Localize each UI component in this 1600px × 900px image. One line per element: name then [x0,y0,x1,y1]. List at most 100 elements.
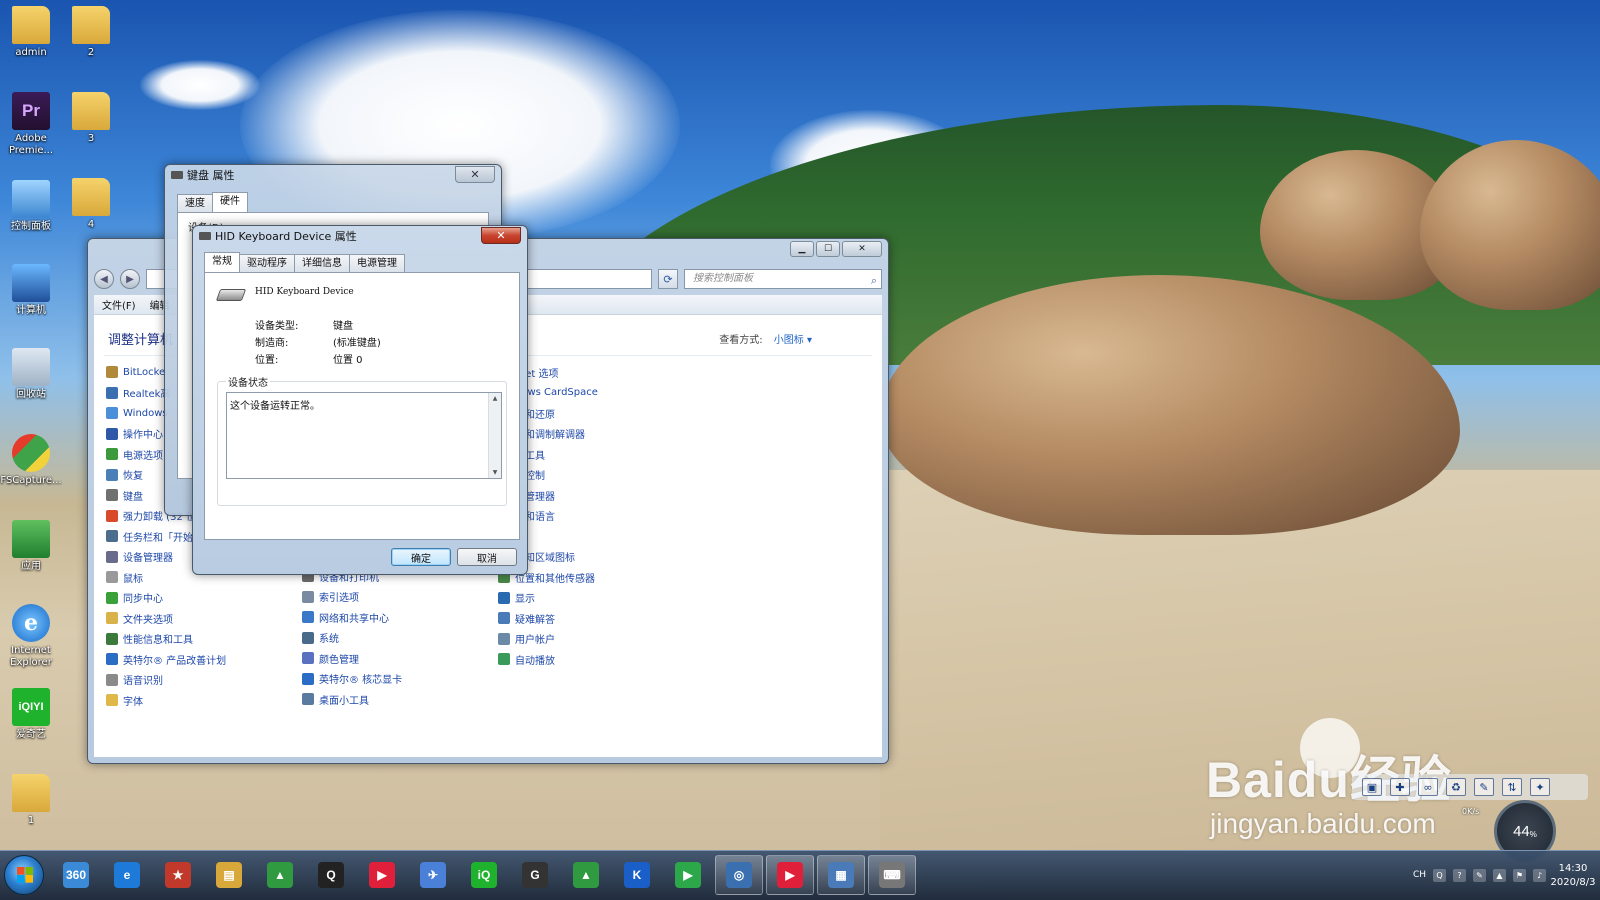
taskbar-item[interactable]: ★ [154,855,202,895]
ie-icon: e [12,604,50,642]
taskbar-item[interactable]: ▶ [664,855,712,895]
taskbar-item[interactable]: K [613,855,661,895]
volume-icon[interactable]: ♪ [1533,868,1546,882]
link-icon[interactable]: ∞ [1418,778,1438,796]
cp-item[interactable]: 网络和共享中心 [302,610,402,625]
cp-item-label: Windows [123,407,168,419]
taskbar-item[interactable]: ▦ [817,855,865,895]
cp-item[interactable]: 疑难解答 [498,611,598,626]
dialog-title: 键盘 属性 [165,165,501,189]
cp-item[interactable]: 桌面小工具 [302,692,402,707]
taskbar-item[interactable]: ▶ [358,855,406,895]
taskbar-item[interactable]: ◎ [715,855,763,895]
cp-item[interactable]: 同步中心 [106,591,226,605]
taskbar-item[interactable]: ▶ [766,855,814,895]
cp-item[interactable]: 自动播放 [498,652,598,667]
taskbar-item[interactable]: Q [307,855,355,895]
close-button[interactable]: ✕ [842,241,882,257]
cp-item[interactable]: 用户帐户 [498,632,598,646]
back-button[interactable]: ◀ [94,269,114,289]
desktop-icon-1[interactable]: 1 [0,774,64,827]
cp-item[interactable]: 索引选项 [302,590,402,604]
wrench-icon[interactable]: ✦ [1530,778,1550,796]
desktop-icon-computer[interactable]: 计算机 [0,264,64,317]
desktop-icon-admin[interactable]: admin [0,6,64,59]
tab-details[interactable]: 详细信息 [294,254,350,272]
transfer-icon[interactable]: ⇅ [1502,778,1522,796]
qq-tray-icon[interactable]: Q [1433,868,1446,882]
desktop-icon-4[interactable]: 4 [58,178,124,231]
menu-file[interactable]: 文件(F) [102,297,136,312]
device-status-textbox[interactable]: 这个设备运转正常。 ▲ ▼ [226,392,502,479]
cp-item-label: BitLocke [123,366,166,378]
ok-button[interactable]: 确定 [391,548,451,566]
scroll-up-icon[interactable]: ▲ [493,395,498,402]
desktop-icon-iqiyi[interactable]: iQIYI 爱奇艺 [0,688,64,741]
cp-item[interactable]: 文件夹选项 [106,611,226,626]
desktop-icon-recycle-bin[interactable]: 回收站 [0,348,64,401]
taskbar-item[interactable]: ▲ [562,855,610,895]
search-icon[interactable]: ⌕ [871,272,877,290]
intel-icon [106,653,118,666]
desktop-icon-fscapture[interactable]: FSCapture... [0,434,64,487]
manufacturer-value: (标准键盘) [333,338,381,349]
forward-button[interactable]: ▶ [120,269,140,289]
cp-item[interactable]: 英特尔® 产品改善计划 [106,652,226,667]
recycle-icon[interactable]: ♻ [1446,778,1466,796]
folder-icon [72,178,110,216]
taskbar-item[interactable]: iQ [460,855,508,895]
cp-item[interactable]: 颜色管理 [302,651,402,666]
tab-general[interactable]: 常规 [204,252,240,272]
tab-hardware[interactable]: 硬件 [212,192,248,212]
cp-item[interactable]: 显示 [498,591,598,605]
taskbar-item[interactable]: G [511,855,559,895]
taskbar-item[interactable]: ⌨ [868,855,916,895]
scrollbar[interactable]: ▲ ▼ [488,393,501,478]
display-icon [498,591,510,604]
taskbar-item[interactable]: ▤ [205,855,253,895]
taskbar-item[interactable]: ✈ [409,855,457,895]
cp-item-label: 系统 [319,634,339,646]
input-icon[interactable]: ✎ [1473,868,1486,882]
search-input[interactable]: 搜索控制面板 ⌕ [684,269,882,289]
close-button[interactable]: ✕ [455,166,495,183]
tab-driver[interactable]: 驱动程序 [239,254,295,272]
cp-item-label: 网络和共享中心 [319,613,389,625]
desktop-icon-app[interactable]: 应用 [0,520,64,573]
add-icon[interactable]: ✚ [1390,778,1410,796]
start-button[interactable] [4,855,44,895]
dialog-title-text: 键盘 属性 [187,169,235,182]
computer-icon [12,264,50,302]
taskbar-item[interactable]: ▲ [256,855,304,895]
desktop-icon-ie[interactable]: e Internet Explorer [0,604,64,669]
cp-item-label: 英特尔® 产品改善计划 [123,655,227,667]
edit-icon[interactable]: ✎ [1474,778,1494,796]
cp-item[interactable]: 性能信息和工具 [106,632,226,646]
desktop-icon-adobe-premiere[interactable]: Pr Adobe Premie... [0,92,64,157]
show-hidden-icon[interactable]: ▲ [1493,868,1506,882]
flag-icon[interactable]: ⚑ [1513,868,1526,882]
view-by-dropdown[interactable]: 小图标 ▾ [774,335,812,346]
cp-item[interactable]: 语音识别 [106,673,226,687]
desktop-icon-label: Internet Explorer [10,645,52,668]
tab-power-management[interactable]: 电源管理 [349,254,405,272]
cp-item[interactable]: 英特尔® 核芯显卡 [302,672,402,686]
close-button[interactable]: ✕ [481,227,521,244]
minimize-button[interactable]: ▁ [790,241,814,257]
desktop-icon-control-panel[interactable]: 控制面板 [0,180,64,233]
language-indicator[interactable]: CH [1413,870,1426,880]
scroll-down-icon[interactable]: ▼ [493,469,498,476]
help-icon[interactable]: ? [1453,868,1466,882]
taskbar-item[interactable]: 360 [52,855,100,895]
maximize-button[interactable]: ☐ [816,241,840,257]
cp-item[interactable]: 系统 [302,631,402,646]
clock[interactable]: 14:30 2020/8/3 [1546,851,1600,900]
cp-item[interactable]: 字体 [106,693,226,708]
refresh-button[interactable]: ⟳ [658,269,678,289]
desktop-icon-3[interactable]: 3 [58,92,124,145]
cancel-button[interactable]: 取消 [457,548,517,566]
desktop-icon-2[interactable]: 2 [58,6,124,59]
tab-speed[interactable]: 速度 [177,194,213,212]
screenshot-icon[interactable]: ▣ [1362,778,1382,796]
taskbar-item[interactable]: e [103,855,151,895]
